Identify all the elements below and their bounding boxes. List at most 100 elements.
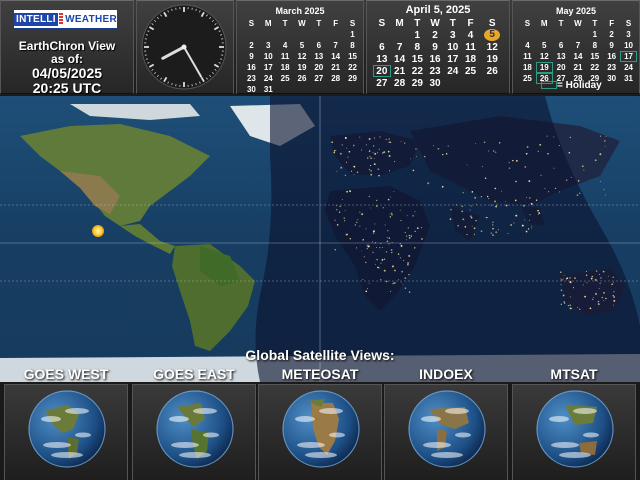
calendar-day[interactable]: 2 bbox=[426, 29, 444, 41]
calendar-day[interactable]: 25 bbox=[277, 73, 294, 84]
calendar-day[interactable]: 26 bbox=[294, 73, 311, 84]
calendar-day[interactable]: 4 bbox=[277, 40, 294, 51]
calendar-day[interactable]: 18 bbox=[277, 62, 294, 73]
calendar-day[interactable]: 12 bbox=[294, 51, 311, 62]
calendar-day[interactable]: 21 bbox=[327, 62, 344, 73]
calendar-day[interactable]: 12 bbox=[479, 41, 505, 53]
calendar-day[interactable]: 1 bbox=[586, 29, 603, 40]
sat-button-mtsat[interactable] bbox=[512, 384, 636, 480]
calendar-day[interactable]: 19 bbox=[294, 62, 311, 73]
weekday-header: T bbox=[282, 19, 288, 28]
calendar-day[interactable]: 2 bbox=[603, 29, 620, 40]
calendar-day[interactable]: 26 bbox=[479, 65, 505, 77]
calendar-day[interactable]: 15 bbox=[344, 51, 361, 62]
calendar-day[interactable]: 3 bbox=[444, 29, 462, 41]
calendar-day[interactable]: 24 bbox=[620, 62, 637, 73]
calendar-day[interactable]: 27 bbox=[310, 73, 327, 84]
calendar-day[interactable]: 27 bbox=[373, 77, 391, 89]
calendar-day[interactable]: 3 bbox=[620, 29, 637, 40]
day-night-world-map[interactable] bbox=[0, 96, 640, 382]
calendar-day[interactable]: 23 bbox=[603, 62, 620, 73]
calendar-day[interactable]: 12 bbox=[536, 51, 553, 62]
calendar-day[interactable]: 4 bbox=[462, 29, 480, 41]
calendar-day[interactable]: 30 bbox=[603, 73, 620, 84]
calendar-day[interactable]: 18 bbox=[462, 53, 480, 65]
calendar-day[interactable]: 1 bbox=[408, 29, 426, 41]
calendar-day[interactable]: 10 bbox=[260, 51, 277, 62]
calendar-day[interactable]: 10 bbox=[444, 41, 462, 53]
calendar-day[interactable]: 8 bbox=[408, 41, 426, 53]
calendar-day-holiday[interactable]: 17 bbox=[620, 51, 637, 62]
calendar-day[interactable]: 21 bbox=[391, 65, 409, 77]
sat-button-indoex[interactable] bbox=[384, 384, 508, 480]
calendar-day[interactable]: 7 bbox=[391, 41, 409, 53]
calendar-title: May 2025 bbox=[555, 6, 597, 16]
calendar-day[interactable]: 6 bbox=[310, 40, 327, 51]
calendar-day bbox=[553, 29, 570, 40]
sat-button-goes-west[interactable] bbox=[4, 384, 128, 480]
calendar-day[interactable]: 15 bbox=[586, 51, 603, 62]
calendar-day[interactable]: 13 bbox=[553, 51, 570, 62]
calendar-day[interactable]: 11 bbox=[519, 51, 536, 62]
calendar-day[interactable]: 6 bbox=[373, 41, 391, 53]
calendar-day bbox=[310, 29, 327, 40]
calendar-day[interactable]: 8 bbox=[586, 40, 603, 51]
calendar-day[interactable]: 31 bbox=[260, 84, 277, 95]
calendar-day[interactable]: 29 bbox=[344, 73, 361, 84]
calendar-day[interactable]: 19 bbox=[479, 53, 505, 65]
calendar-day[interactable]: 7 bbox=[570, 40, 587, 51]
calendar-day[interactable]: 10 bbox=[620, 40, 637, 51]
calendar-day-holiday[interactable]: 19 bbox=[535, 62, 553, 73]
calendar-day[interactable]: 4 bbox=[519, 40, 536, 51]
weekday-header: W bbox=[430, 17, 440, 29]
calendar-day[interactable]: 16 bbox=[426, 53, 444, 65]
calendar-day[interactable]: 17 bbox=[444, 53, 462, 65]
calendar-day[interactable]: 23 bbox=[426, 65, 444, 77]
calendar-day[interactable]: 13 bbox=[373, 53, 391, 65]
calendar-day-holiday[interactable]: 20 bbox=[373, 65, 391, 77]
calendar-day[interactable]: 24 bbox=[444, 65, 462, 77]
calendar-day[interactable]: 31 bbox=[620, 73, 637, 84]
calendar-day[interactable]: 21 bbox=[570, 62, 587, 73]
calendar-day[interactable]: 13 bbox=[310, 51, 327, 62]
calendar-day[interactable]: 25 bbox=[519, 73, 536, 84]
calendar-day[interactable]: 22 bbox=[344, 62, 361, 73]
calendar-day-today[interactable]: 5 bbox=[479, 29, 505, 41]
calendar-day[interactable]: 15 bbox=[408, 53, 426, 65]
calendar-day[interactable]: 14 bbox=[391, 53, 409, 65]
calendar-day[interactable]: 28 bbox=[327, 73, 344, 84]
calendar-day[interactable]: 5 bbox=[294, 40, 311, 51]
sat-button-goes-east[interactable] bbox=[132, 384, 256, 480]
calendar-day[interactable]: 28 bbox=[391, 77, 409, 89]
calendar-day[interactable]: 5 bbox=[536, 40, 553, 51]
weekday-header: M bbox=[264, 19, 272, 28]
calendar-day[interactable]: 30 bbox=[426, 77, 444, 89]
calendar-day[interactable]: 24 bbox=[260, 73, 277, 84]
calendar-day[interactable]: 22 bbox=[408, 65, 426, 77]
calendar-day[interactable]: 3 bbox=[260, 40, 277, 51]
calendar-day[interactable]: 7 bbox=[327, 40, 344, 51]
calendar-day[interactable]: 17 bbox=[260, 62, 277, 73]
calendar-day[interactable]: 9 bbox=[243, 51, 260, 62]
calendar-day[interactable]: 6 bbox=[553, 40, 570, 51]
calendar-day[interactable]: 2 bbox=[243, 40, 260, 51]
calendar-day[interactable]: 16 bbox=[243, 62, 260, 73]
calendar-day[interactable]: 9 bbox=[603, 40, 620, 51]
calendar-day[interactable]: 8 bbox=[344, 40, 361, 51]
calendar-day[interactable]: 20 bbox=[310, 62, 327, 73]
calendar-day[interactable]: 11 bbox=[462, 41, 480, 53]
calendar-day[interactable]: 23 bbox=[243, 73, 260, 84]
calendar-day[interactable]: 20 bbox=[553, 62, 570, 73]
calendar-day[interactable]: 18 bbox=[519, 62, 536, 73]
calendar-day[interactable]: 11 bbox=[277, 51, 294, 62]
sat-button-meteosat[interactable] bbox=[258, 384, 382, 480]
calendar-day[interactable]: 14 bbox=[570, 51, 587, 62]
calendar-day[interactable]: 29 bbox=[408, 77, 426, 89]
calendar-day[interactable]: 16 bbox=[603, 51, 620, 62]
calendar-day[interactable]: 9 bbox=[426, 41, 444, 53]
calendar-day[interactable]: 25 bbox=[462, 65, 480, 77]
calendar-day[interactable]: 22 bbox=[586, 62, 603, 73]
calendar-day[interactable]: 30 bbox=[243, 84, 260, 95]
calendar-day[interactable]: 1 bbox=[344, 29, 361, 40]
calendar-day[interactable]: 14 bbox=[327, 51, 344, 62]
